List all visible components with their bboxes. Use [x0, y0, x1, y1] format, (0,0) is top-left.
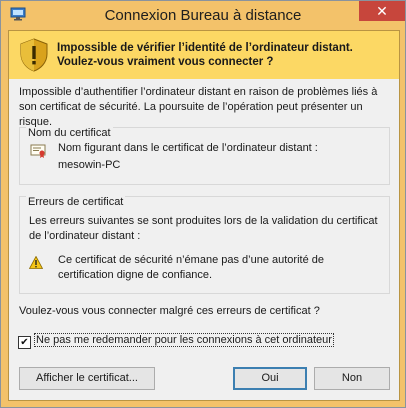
certificate-error-item: Ce certificat de sécurité n’émane pas d’… [58, 254, 324, 281]
dont-ask-again-label[interactable]: Ne pas me redemander pour les connexions… [34, 333, 334, 347]
dialog-window: Connexion Bureau à distance ✕ Impossible… [0, 0, 406, 408]
warning-banner: Impossible de vérifier l’identité de l’o… [9, 31, 399, 79]
certificate-name-value: mesowin-PC [58, 159, 121, 171]
certificate-errors-description: Les erreurs suivantes se sont produites … [29, 215, 378, 242]
no-button[interactable]: Non [314, 367, 390, 390]
view-certificate-button[interactable]: Afficher le certificat... [19, 367, 155, 390]
dialog-content: Impossible de vérifier l’identité de l’o… [8, 30, 400, 401]
certificate-name-group: Nom du certificat Nom figurant dans le c… [19, 127, 390, 185]
certificate-name-group-title: Nom du certificat [26, 127, 113, 139]
banner-message: Impossible de vérifier l’identité de l’o… [57, 42, 353, 68]
warning-icon [29, 256, 43, 269]
close-button[interactable]: ✕ [359, 1, 405, 21]
certificate-icon [30, 144, 46, 158]
title-bar[interactable]: Connexion Bureau à distance ✕ [1, 1, 405, 30]
certificate-errors-group-title: Erreurs de certificat [26, 196, 126, 208]
certificate-errors-group: Erreurs de certificat Les erreurs suivan… [19, 196, 390, 294]
window-title: Connexion Bureau à distance [104, 7, 302, 24]
security-shield-warning-icon [20, 38, 48, 72]
certificate-name-label: Nom figurant dans le certificat de l’ord… [58, 142, 318, 154]
question-text: Voulez-vous vous connecter malgré ces er… [19, 305, 320, 317]
intro-text: Impossible d’authentifier l’ordinateur d… [19, 86, 378, 128]
yes-button[interactable]: Oui [233, 367, 307, 390]
dont-ask-again-checkbox[interactable]: ✔ [18, 336, 31, 349]
